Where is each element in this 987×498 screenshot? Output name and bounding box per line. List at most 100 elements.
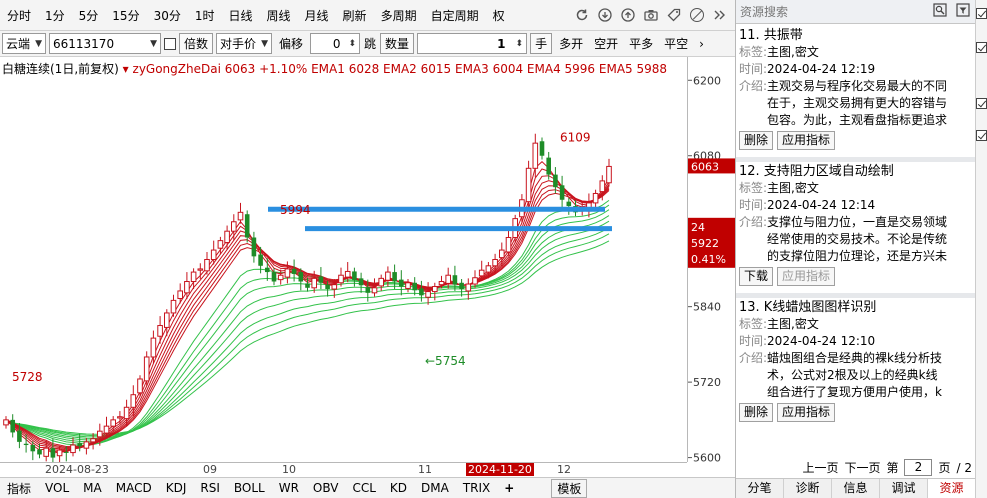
date-label: 11 bbox=[418, 463, 432, 476]
resource-title[interactable]: 13. K线蜡烛图图样识别 bbox=[739, 299, 976, 316]
resource-card[interactable]: 11. 共振带 标签:主图,密文 时间:2024-04-24 12:19 介绍:… bbox=[736, 27, 976, 150]
tag-icon[interactable] bbox=[667, 8, 681, 22]
resource-panel: 资源搜索 11. 共振带 标签:主图,密文 时间:2024-04-24 12:1… bbox=[735, 0, 976, 498]
close-short-button[interactable]: 平空 bbox=[660, 35, 692, 52]
apply-indicator-button[interactable]: 应用指标 bbox=[777, 267, 836, 286]
tab-ticks[interactable]: 分笔 bbox=[736, 479, 784, 498]
qty-button[interactable]: 数量 bbox=[380, 33, 415, 54]
next-page-button[interactable]: 下一页 bbox=[844, 459, 880, 476]
candle-body bbox=[137, 378, 143, 394]
multi-period-button[interactable]: 多周期 bbox=[374, 7, 424, 24]
double-chevron-icon[interactable] bbox=[713, 8, 727, 22]
template-button[interactable]: 模板 bbox=[551, 478, 588, 498]
qty-stepper[interactable]: 1 ⬍ bbox=[417, 33, 528, 54]
candle-body bbox=[352, 271, 357, 281]
contract-code-select[interactable]: 66113170 ▼ bbox=[49, 33, 161, 54]
checkbox-icon[interactable] bbox=[976, 98, 987, 109]
camera-icon[interactable] bbox=[644, 8, 658, 22]
card-divider bbox=[736, 293, 976, 298]
refresh-button[interactable]: 刷新 bbox=[336, 7, 374, 24]
kline-chart[interactable]: 6109 5994 ←5754 5728 bbox=[0, 57, 687, 464]
checkbox-icon[interactable] bbox=[976, 130, 987, 141]
candle-body bbox=[83, 441, 90, 449]
indicator-tab[interactable]: KD bbox=[383, 481, 414, 495]
delete-button[interactable]: 删除 bbox=[739, 131, 774, 150]
tab-info[interactable]: 信息 bbox=[832, 479, 880, 498]
filter-icon[interactable] bbox=[956, 3, 970, 20]
close-long-button[interactable]: 平多 bbox=[625, 35, 657, 52]
download-button[interactable]: 下载 bbox=[739, 267, 774, 286]
indicator-tab[interactable]: RSI bbox=[193, 481, 227, 495]
price-mode-select[interactable]: 对手价 ▼ bbox=[216, 33, 273, 54]
search-icon[interactable] bbox=[933, 3, 947, 20]
period-tab[interactable]: 5分 bbox=[72, 7, 106, 24]
refresh-icon[interactable] bbox=[575, 8, 589, 22]
multiplier-checkbox[interactable] bbox=[164, 37, 176, 50]
market-select[interactable]: 云端 ▼ bbox=[2, 33, 46, 54]
time-label: 时间: bbox=[739, 62, 768, 76]
resource-title[interactable]: 11. 共振带 bbox=[739, 27, 976, 44]
period-tab[interactable]: 1分 bbox=[38, 7, 72, 24]
candle-body bbox=[505, 236, 512, 253]
download-icon[interactable] bbox=[598, 8, 612, 22]
add-indicator-button[interactable]: + bbox=[497, 481, 521, 495]
chevron-down-icon: ▼ bbox=[35, 38, 42, 49]
indicator-tab[interactable]: KDJ bbox=[159, 481, 194, 495]
resource-pager: 上一页 下一页 第 2 页 / 2 bbox=[736, 457, 976, 478]
custom-period-button[interactable]: 自定周期 bbox=[424, 7, 486, 24]
indicator-tab[interactable]: OBV bbox=[306, 481, 346, 495]
candle-body bbox=[150, 337, 157, 358]
offset-label: 偏移 bbox=[279, 37, 304, 51]
adjust-right-button[interactable]: 权 bbox=[486, 7, 512, 24]
period-tab[interactable]: 1时 bbox=[188, 7, 222, 24]
mute-icon[interactable] bbox=[690, 8, 704, 22]
page-input[interactable]: 2 bbox=[904, 459, 933, 476]
period-tab[interactable]: 月线 bbox=[298, 7, 336, 24]
chevron-right-icon[interactable]: › bbox=[695, 37, 708, 51]
ema-green-line bbox=[5, 227, 610, 438]
period-tab[interactable]: 分时 bbox=[0, 7, 38, 24]
tab-resources[interactable]: 资源 bbox=[928, 479, 976, 498]
candle-body bbox=[465, 283, 472, 292]
resource-title[interactable]: 12. 支持阻力区域自动绘制 bbox=[739, 163, 976, 180]
multiplier-button[interactable]: 倍数 bbox=[179, 33, 214, 54]
period-tab[interactable]: 周线 bbox=[260, 7, 298, 24]
indicator-tab[interactable]: TRIX bbox=[456, 481, 497, 495]
ema-green-line bbox=[5, 209, 610, 443]
period-tab[interactable]: 日线 bbox=[222, 7, 260, 24]
indicator-tab[interactable]: BOLL bbox=[227, 481, 272, 495]
candle-body bbox=[190, 271, 197, 283]
resource-search-input[interactable]: 资源搜索 bbox=[740, 3, 933, 20]
indicator-tab[interactable]: MACD bbox=[109, 481, 159, 495]
offset-stepper[interactable]: 0 ⬍ bbox=[310, 33, 361, 54]
time-label: 时间: bbox=[739, 198, 768, 212]
upload-icon[interactable] bbox=[621, 8, 635, 22]
indicator-tab[interactable]: 指标 bbox=[0, 480, 38, 497]
resource-tags: 标签:主图,密文 bbox=[739, 44, 976, 61]
tab-debug[interactable]: 调试 bbox=[880, 479, 928, 498]
open-long-button[interactable]: 多开 bbox=[555, 35, 587, 52]
open-short-button[interactable]: 空开 bbox=[590, 35, 622, 52]
indicator-tab[interactable]: VOL bbox=[38, 481, 76, 495]
resource-card[interactable]: 12. 支持阻力区域自动绘制 标签:主图,密文 时间:2024-04-24 12… bbox=[736, 163, 976, 286]
last-price-label: 6063 bbox=[691, 160, 719, 173]
delete-button[interactable]: 删除 bbox=[739, 403, 774, 422]
apply-indicator-button[interactable]: 应用指标 bbox=[777, 131, 836, 150]
period-tab[interactable]: 30分 bbox=[147, 7, 188, 24]
prev-page-button[interactable]: 上一页 bbox=[802, 459, 838, 476]
indicator-tab[interactable]: WR bbox=[272, 481, 306, 495]
apply-indicator-button[interactable]: 应用指标 bbox=[777, 403, 836, 422]
resource-card[interactable]: 13. K线蜡烛图图样识别 标签:主图,密文 时间:2024-04-24 12:… bbox=[736, 299, 976, 422]
checkbox-icon[interactable] bbox=[976, 8, 987, 19]
indicator-tab[interactable]: DMA bbox=[414, 481, 456, 495]
tab-diagnosis[interactable]: 诊断 bbox=[784, 479, 832, 498]
checkbox-icon[interactable] bbox=[976, 42, 987, 53]
candle-body bbox=[365, 287, 371, 293]
indicator-tab[interactable]: MA bbox=[76, 481, 109, 495]
kline-chart-canvas[interactable]: 6109 5994 ←5754 5728 bbox=[0, 57, 687, 464]
hand-unit-button[interactable]: 手 bbox=[530, 33, 553, 54]
toolbar-icons bbox=[575, 8, 735, 22]
period-tab[interactable]: 15分 bbox=[105, 7, 146, 24]
indicator-tab[interactable]: CCL bbox=[345, 481, 382, 495]
resource-search[interactable]: 资源搜索 bbox=[736, 0, 975, 24]
